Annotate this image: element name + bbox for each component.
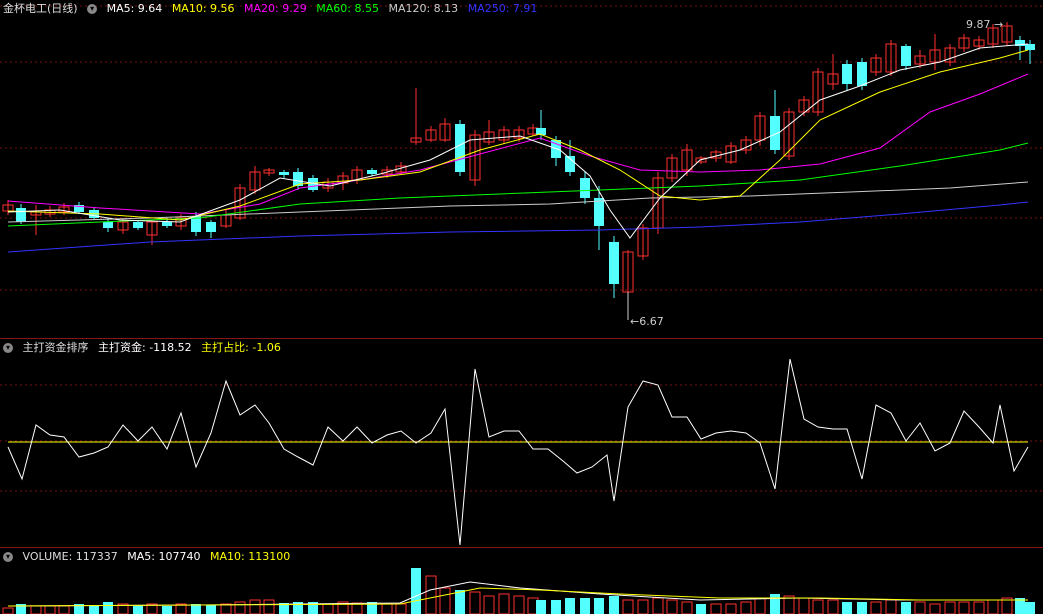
candle-body-down (901, 46, 911, 66)
volume-bar-down (411, 568, 421, 614)
volume-title: VOLUME: 117337 (22, 550, 118, 563)
candle-body-down (206, 222, 216, 232)
collapse-icon[interactable]: ▾ (3, 552, 13, 562)
volume-bar-up (498, 593, 510, 614)
volume-bar-up (637, 599, 649, 614)
ma10-line (7, 49, 1029, 221)
candle-body-down (594, 198, 604, 226)
volume-bar-up (263, 599, 275, 614)
volume-bar-up (944, 601, 956, 614)
volume-bar-down (857, 602, 867, 614)
volume-bar-down (594, 598, 604, 614)
low-price-label: ←6.67 (630, 315, 664, 328)
candle-body-down (1025, 44, 1035, 50)
flow-title: 主打资金排序 (22, 341, 89, 354)
ma250-line (7, 201, 1029, 253)
candle-body-down (103, 222, 113, 228)
volume-bar-down (103, 602, 113, 614)
volume-ma5-label: MA5: 107740 (127, 550, 201, 563)
volume-bar-up (987, 599, 999, 614)
candle-body-down (279, 172, 289, 175)
price-chart-panel[interactable]: 金杯电工(日线) ▾ MA5: 9.64 MA10: 9.56 MA20: 9.… (0, 0, 1043, 338)
volume-bar-up (914, 601, 926, 614)
capital-flow-line-chart[interactable] (0, 339, 1043, 548)
volume-bar-down (901, 602, 911, 614)
volume-bar-up (870, 601, 882, 614)
volume-bar-down (455, 590, 465, 614)
flow-amount-label: 主打资金: -118.52 (98, 341, 192, 354)
ma5-label: MA5: 9.64 (106, 2, 163, 15)
volume-bar-up (652, 597, 664, 614)
ma250-label: MA250: 7.91 (467, 2, 538, 15)
candle-body-down (455, 124, 465, 172)
candle-body-down (580, 178, 590, 198)
volume-bar-up (469, 591, 481, 614)
candle-body-down (162, 222, 172, 226)
volume-bar-up (666, 599, 678, 614)
volume-bar-down (842, 602, 852, 614)
volume-bar-down (536, 600, 546, 614)
volume-bar-up (885, 599, 897, 614)
volume-bar-up (958, 601, 970, 614)
volume-bar-up (827, 599, 839, 614)
price-legend: 金杯电工(日线) ▾ MA5: 9.64 MA10: 9.56 MA20: 9.… (3, 2, 543, 16)
high-price-label: 9.87 → (966, 18, 1003, 31)
ma60-label: MA60: 8.55 (316, 2, 379, 15)
volume-ma10-line (7, 587, 1028, 607)
candlestick-chart[interactable]: 9.87 → ←6.67 (0, 0, 1043, 338)
volume-bar-up (249, 599, 261, 614)
volume-ma10-label: MA10: 113100 (209, 550, 291, 563)
volume-bar-up (513, 595, 525, 614)
volume-bar-down (609, 596, 619, 614)
candle-body-down (16, 208, 26, 222)
candle-body-down (133, 222, 143, 228)
volume-bar-up (973, 601, 985, 614)
flow-legend: ▾ 主打资金排序 主打资金: -118.52 主打占比: -1.06 (3, 341, 287, 355)
ma20-label: MA20: 9.29 (244, 2, 307, 15)
collapse-icon[interactable]: ▾ (87, 4, 98, 14)
volume-bar-down (1025, 602, 1035, 614)
volume-bar-up (681, 601, 693, 614)
candle-body-down (842, 64, 852, 84)
ma60-line (7, 142, 1029, 227)
volume-bar-up (622, 599, 634, 614)
ma10-label: MA10: 9.56 (171, 2, 235, 15)
volume-bar-up (740, 601, 752, 614)
volume-bar-down (565, 598, 575, 614)
volume-bar-down (580, 598, 590, 614)
candle-body-down (857, 62, 867, 86)
flow-ratio-label: 主打占比: -1.06 (201, 341, 281, 354)
ma120-label: MA120: 8.13 (388, 2, 459, 15)
collapse-icon[interactable]: ▾ (3, 343, 13, 353)
volume-bar-up (439, 587, 451, 614)
volume-bar-up (234, 601, 246, 614)
candle-body-down (367, 170, 377, 174)
volume-bar-up (2, 607, 14, 614)
volume-panel[interactable]: ▾ VOLUME: 117337 MA5: 107740 MA10: 11310… (0, 547, 1043, 614)
capital-flow-panel[interactable]: ▾ 主打资金排序 主打资金: -118.52 主打占比: -1.06 (0, 338, 1043, 548)
volume-bar-up (754, 597, 766, 614)
volume-legend: ▾ VOLUME: 117337 MA5: 107740 MA10: 11310… (3, 550, 296, 564)
stock-title: 金杯电工(日线) (3, 2, 78, 15)
main-capital-line (7, 358, 1029, 546)
volume-bar-up (425, 575, 437, 614)
volume-bar-down (770, 594, 780, 614)
ma5-line (7, 43, 1029, 239)
candle-body-down (609, 242, 619, 284)
volume-bar-up (483, 595, 495, 614)
volume-bar-up (812, 599, 824, 614)
volume-bar-down (551, 600, 561, 614)
volume-bar-up (798, 597, 810, 614)
